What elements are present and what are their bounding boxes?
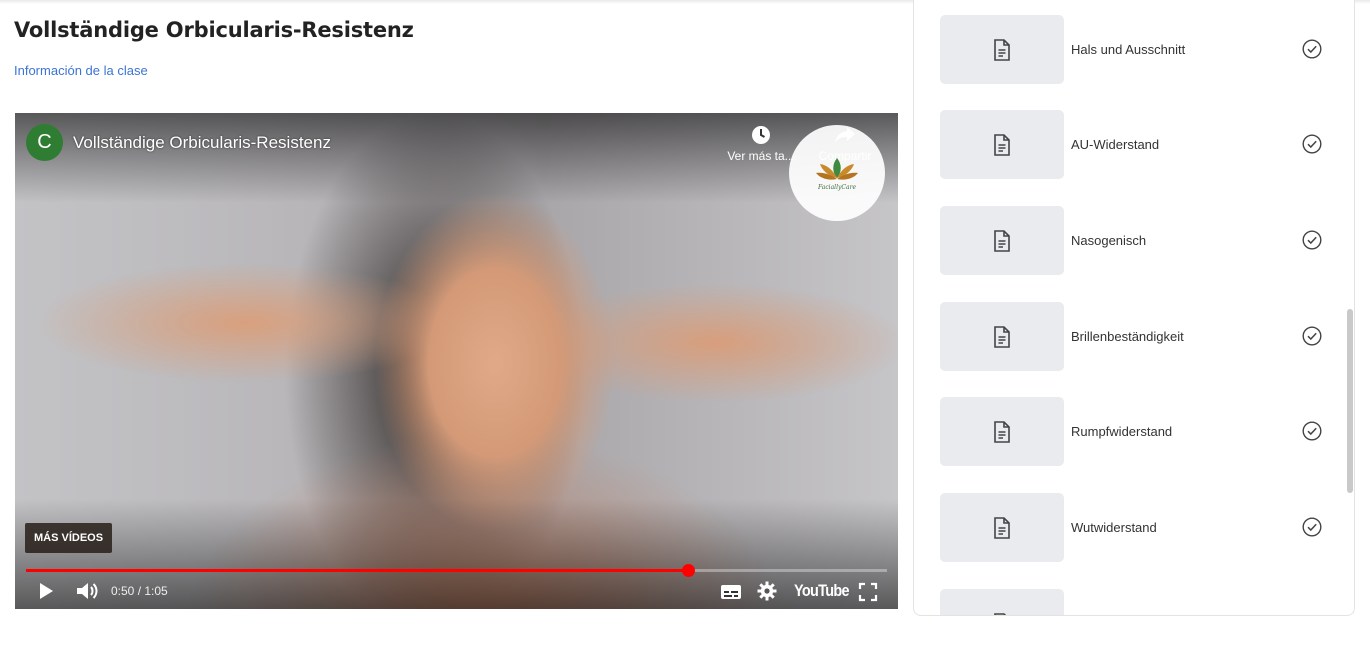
lesson-thumbnail — [940, 206, 1064, 275]
more-videos-button[interactable]: MÁS VÍDEOS — [25, 523, 113, 553]
lesson-thumbnail — [940, 493, 1064, 562]
lesson-item[interactable]: Rumpfwiderstand — [940, 397, 1340, 467]
fullscreen-icon — [858, 582, 878, 602]
lesson-item[interactable]: Hals und Ausschnitt — [940, 15, 1340, 85]
watch-later-button[interactable]: Ver más ta... — [721, 125, 801, 163]
lesson-item-partial[interactable] — [940, 589, 1340, 615]
lesson-label: AU-Widerstand — [1071, 137, 1160, 152]
video-title[interactable]: Vollständige Orbicularis-Resistenz — [73, 133, 331, 153]
watch-later-label: Ver más ta... — [727, 149, 795, 163]
check-circle-icon — [1302, 421, 1322, 441]
progress-bar[interactable] — [26, 564, 887, 577]
channel-avatar[interactable]: C — [26, 124, 63, 161]
document-icon — [994, 230, 1010, 252]
class-info-link[interactable]: Información de la clase — [14, 63, 148, 78]
lesson-label: Rumpfwiderstand — [1071, 424, 1173, 439]
lesson-item[interactable]: AU-Widerstand — [940, 110, 1340, 180]
progress-scrubber-handle[interactable] — [682, 564, 696, 577]
lesson-item[interactable]: Wutwiderstand — [940, 493, 1340, 563]
play-icon — [40, 583, 53, 599]
gear-icon — [757, 581, 777, 601]
progress-played — [26, 569, 689, 572]
clock-icon — [752, 126, 770, 144]
lesson-item[interactable]: Brillenbeständigkeit — [940, 302, 1340, 372]
lesson-thumbnail — [940, 397, 1064, 466]
document-icon — [994, 517, 1010, 539]
lesson-label: Brillenbeständigkeit — [1071, 329, 1184, 344]
brand-text: FaciallyCare — [817, 183, 856, 191]
document-icon — [994, 134, 1010, 156]
fullscreen-button[interactable] — [858, 582, 878, 607]
check-circle-icon — [1302, 134, 1322, 154]
page-title: Vollständige Orbicularis-Resistenz — [14, 18, 414, 42]
lesson-thumbnail — [940, 110, 1064, 179]
share-button[interactable]: Compartir — [805, 125, 885, 163]
settings-button[interactable] — [757, 581, 777, 606]
video-player[interactable]: C Vollständige Orbicularis-Resistenz Ver… — [15, 113, 898, 609]
lesson-label: Wutwiderstand — [1071, 520, 1157, 535]
lesson-list-panel[interactable]: Hals und Ausschnitt AU-Widerstand Nasoge… — [913, 0, 1355, 616]
check-circle-icon — [1302, 517, 1322, 537]
play-button[interactable] — [37, 581, 55, 606]
lesson-list-scrollbar[interactable] — [1347, 309, 1353, 493]
check-circle-icon — [1302, 39, 1322, 59]
share-label: Compartir — [818, 149, 872, 163]
check-circle-icon — [1302, 326, 1322, 346]
share-arrow-icon — [835, 127, 855, 143]
lesson-thumbnail — [940, 302, 1064, 371]
document-icon — [994, 613, 1007, 615]
subtitles-icon — [721, 585, 741, 599]
volume-icon — [77, 583, 98, 599]
lesson-label: Hals und Ausschnitt — [1071, 42, 1186, 57]
lesson-thumbnail — [940, 589, 1064, 615]
subtitles-button[interactable] — [720, 583, 742, 606]
document-icon — [994, 39, 1010, 61]
volume-button[interactable] — [75, 580, 99, 607]
lesson-thumbnail — [940, 15, 1064, 84]
document-icon — [994, 421, 1010, 443]
check-circle-icon — [1302, 230, 1322, 250]
document-icon — [994, 326, 1010, 348]
time-display: 0:50 / 1:05 — [111, 584, 168, 598]
lesson-label: Nasogenisch — [1071, 233, 1147, 248]
youtube-logo-button[interactable]: YouTube — [794, 581, 850, 601]
lesson-item[interactable]: Nasogenisch — [940, 206, 1340, 276]
